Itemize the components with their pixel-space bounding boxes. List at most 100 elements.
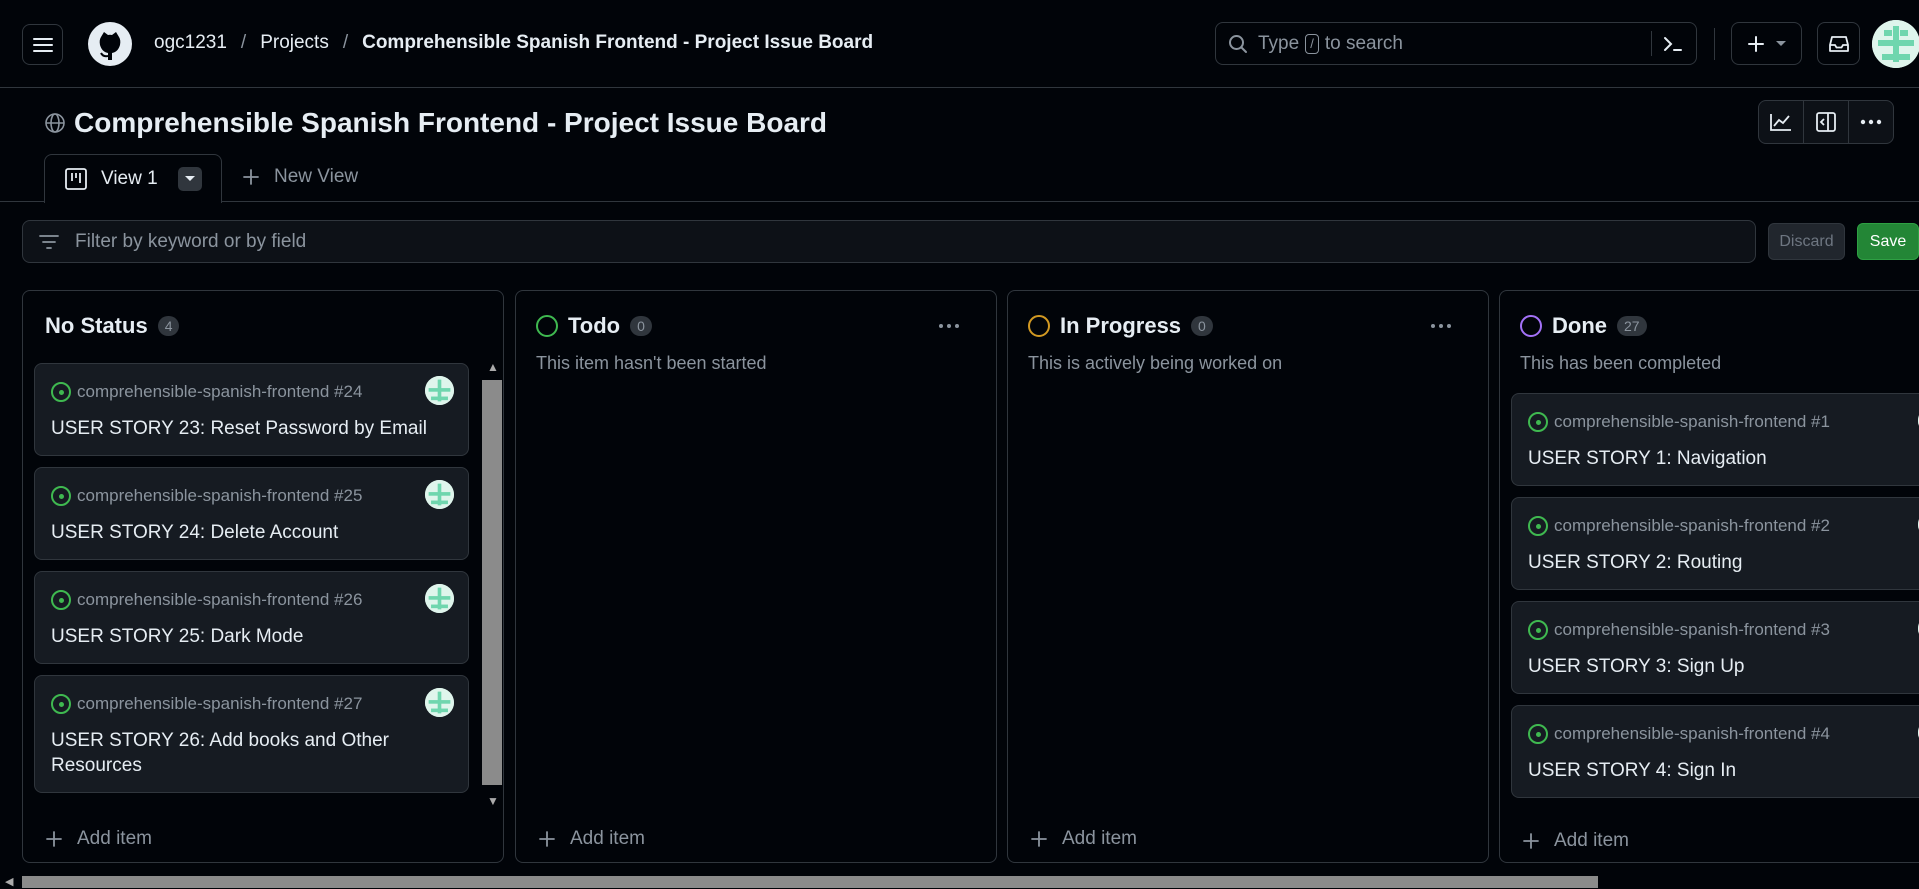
- search-input[interactable]: Type / to search: [1215, 22, 1697, 65]
- plus-icon: [46, 831, 62, 847]
- add-item-label: Add item: [77, 828, 152, 849]
- card-repo[interactable]: comprehensible-spanish-frontend #2: [1554, 516, 1830, 536]
- chevron-down-icon[interactable]: [177, 167, 202, 191]
- column-header: In Progress 0: [1028, 313, 1213, 339]
- new-view-button[interactable]: New View: [242, 166, 358, 188]
- inbox-icon[interactable]: [1817, 22, 1860, 65]
- open-issue-icon: [1528, 412, 1548, 432]
- command-palette-icon[interactable]: [1662, 33, 1684, 55]
- global-header: ogc1231 / Projects / Comprehensible Span…: [0, 0, 1919, 88]
- issue-card[interactable]: comprehensible-spanish-frontend #4 USER …: [1511, 705, 1919, 798]
- column-description: This is actively being worked on: [1028, 353, 1283, 373]
- add-item-button[interactable]: Add item: [1522, 830, 1629, 852]
- card-meta: comprehensible-spanish-frontend #24: [51, 382, 362, 402]
- card-title[interactable]: USER STORY 26: Add books and Other Resou…: [51, 728, 431, 778]
- column-header: Todo 0: [536, 313, 652, 339]
- save-button[interactable]: Save: [1857, 223, 1919, 260]
- open-issue-icon: [1528, 620, 1548, 640]
- column-menu-icon[interactable]: [938, 309, 960, 335]
- card-meta: comprehensible-spanish-frontend #3: [1528, 620, 1830, 640]
- page-title: Comprehensible Spanish Frontend - Projec…: [74, 107, 828, 138]
- search-shortcut-key: /: [1305, 33, 1319, 54]
- issue-card[interactable]: comprehensible-spanish-frontend #27 USER…: [34, 675, 469, 793]
- breadcrumb-projects[interactable]: Projects: [260, 32, 329, 54]
- search-suffix: to search: [1324, 32, 1403, 54]
- status-todo-icon: [536, 315, 558, 337]
- scroll-down-icon[interactable]: ▼: [487, 794, 499, 808]
- card-meta: comprehensible-spanish-frontend #2: [1528, 516, 1830, 536]
- project-title: Comprehensible Spanish Frontend - Projec…: [44, 107, 827, 139]
- add-item-label: Add item: [570, 828, 645, 849]
- column-count: 4: [157, 316, 180, 336]
- card-repo[interactable]: comprehensible-spanish-frontend #25: [77, 486, 362, 506]
- card-title[interactable]: USER STORY 23: Reset Password by Email: [51, 416, 431, 441]
- column-name: No Status: [45, 313, 148, 338]
- header-divider: [1714, 28, 1715, 60]
- add-item-button[interactable]: Add item: [538, 828, 645, 850]
- breadcrumb-current[interactable]: Comprehensible Spanish Frontend - Projec…: [362, 32, 873, 54]
- column-header: No Status 4: [45, 313, 180, 339]
- breadcrumb: ogc1231 / Projects / Comprehensible Span…: [154, 32, 873, 54]
- more-options-icon[interactable]: [1849, 101, 1893, 143]
- scrollbar-thumb[interactable]: [22, 876, 1598, 888]
- scroll-left-icon[interactable]: ◀: [5, 875, 13, 888]
- card-repo[interactable]: comprehensible-spanish-frontend #26: [77, 590, 362, 610]
- user-avatar[interactable]: [1872, 20, 1919, 68]
- card-meta: comprehensible-spanish-frontend #1: [1528, 412, 1830, 432]
- scrollbar-thumb[interactable]: [482, 380, 502, 785]
- open-issue-icon: [51, 694, 71, 714]
- issue-card[interactable]: comprehensible-spanish-frontend #26 USER…: [34, 571, 469, 664]
- open-issue-icon: [51, 590, 71, 610]
- discard-button[interactable]: Discard: [1768, 223, 1845, 260]
- search-icon: [1229, 34, 1247, 53]
- add-item-label: Add item: [1554, 830, 1629, 851]
- assignee-avatar[interactable]: [425, 688, 454, 717]
- plus-icon: [539, 831, 555, 847]
- card-meta: comprehensible-spanish-frontend #26: [51, 590, 362, 610]
- card-repo[interactable]: comprehensible-spanish-frontend #3: [1554, 620, 1830, 640]
- add-item-button[interactable]: Add item: [1030, 828, 1137, 850]
- github-logo-icon[interactable]: [86, 20, 134, 68]
- plus-icon: [243, 169, 259, 185]
- issue-card[interactable]: comprehensible-spanish-frontend #25 USER…: [34, 467, 469, 560]
- issue-card[interactable]: comprehensible-spanish-frontend #1 USER …: [1511, 393, 1919, 486]
- column-scrollbar[interactable]: ▲ ▼: [482, 358, 502, 810]
- issue-card[interactable]: comprehensible-spanish-frontend #3 USER …: [1511, 601, 1919, 694]
- tab-view-1[interactable]: View 1: [44, 154, 222, 203]
- assignee-avatar[interactable]: [425, 376, 454, 405]
- breadcrumb-owner[interactable]: ogc1231: [154, 32, 227, 54]
- card-title[interactable]: USER STORY 1: Navigation: [1528, 446, 1908, 471]
- card-repo[interactable]: comprehensible-spanish-frontend #1: [1554, 412, 1830, 432]
- add-item-button[interactable]: Add item: [45, 828, 152, 850]
- filter-icon: [39, 234, 59, 249]
- menu-icon[interactable]: [22, 24, 63, 65]
- issue-card[interactable]: comprehensible-spanish-frontend #2 USER …: [1511, 497, 1919, 590]
- assignee-avatar[interactable]: [425, 480, 454, 509]
- card-title[interactable]: USER STORY 24: Delete Account: [51, 520, 431, 545]
- column-description: This has been completed: [1520, 353, 1722, 373]
- plus-icon: [1031, 831, 1047, 847]
- card-title[interactable]: USER STORY 4: Sign In: [1528, 758, 1908, 783]
- card-title[interactable]: USER STORY 25: Dark Mode: [51, 624, 431, 649]
- card-repo[interactable]: comprehensible-spanish-frontend #4: [1554, 724, 1830, 744]
- globe-icon: [45, 113, 65, 133]
- card-meta: comprehensible-spanish-frontend #27: [51, 694, 362, 714]
- card-repo[interactable]: comprehensible-spanish-frontend #24: [77, 382, 362, 402]
- create-new-button[interactable]: [1731, 22, 1802, 65]
- card-title[interactable]: USER STORY 3: Sign Up: [1528, 654, 1908, 679]
- scroll-up-icon[interactable]: ▲: [487, 360, 499, 374]
- column-menu-icon[interactable]: [1430, 309, 1452, 335]
- column-in-progress: In Progress 0 This is actively being wor…: [1007, 290, 1489, 863]
- insights-icon[interactable]: [1759, 101, 1804, 143]
- plus-icon: [1523, 833, 1539, 849]
- tab-label: View 1: [101, 168, 158, 189]
- card-repo[interactable]: comprehensible-spanish-frontend #27: [77, 694, 362, 714]
- filter-input[interactable]: Filter by keyword or by field: [22, 220, 1756, 263]
- assignee-avatar[interactable]: [425, 584, 454, 613]
- board-horizontal-scrollbar[interactable]: ◀: [0, 875, 1919, 889]
- plus-icon: [1747, 35, 1764, 52]
- open-issue-icon: [51, 486, 71, 506]
- side-panel-icon[interactable]: [1804, 101, 1849, 143]
- card-title[interactable]: USER STORY 2: Routing: [1528, 550, 1908, 575]
- issue-card[interactable]: comprehensible-spanish-frontend #24 USER…: [34, 363, 469, 456]
